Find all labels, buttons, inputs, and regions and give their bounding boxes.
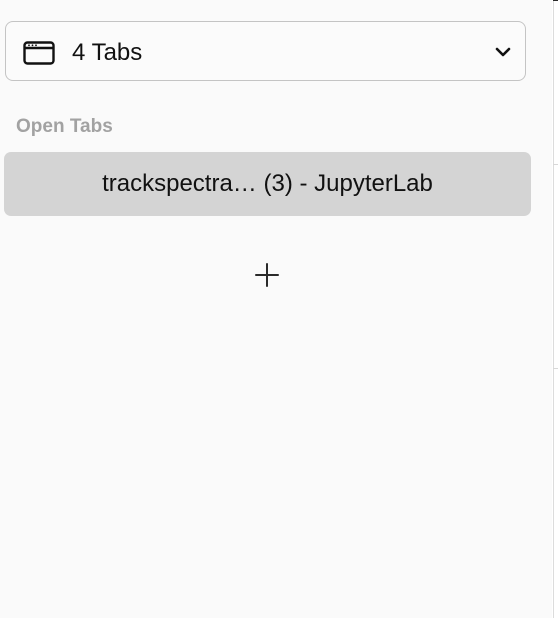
chevron-down-icon[interactable] [494, 44, 512, 60]
tab-count-label: 4 Tabs [72, 39, 143, 66]
background-window-top-line [553, 0, 558, 1]
tab-count-dropdown[interactable]: 4 Tabs [5, 21, 526, 81]
open-tab-item[interactable]: trackspectra… (3) - JupyterLab [4, 152, 531, 216]
browser-window-icon [23, 41, 55, 65]
background-window-divider [553, 164, 558, 165]
background-window-divider-lower [553, 368, 558, 369]
add-tab-button[interactable] [251, 259, 283, 291]
plus-icon [255, 263, 279, 287]
background-window-border [553, 0, 554, 618]
open-tabs-header: Open Tabs [16, 116, 113, 137]
open-tab-item-label: trackspectra… (3) - JupyterLab [102, 170, 433, 197]
